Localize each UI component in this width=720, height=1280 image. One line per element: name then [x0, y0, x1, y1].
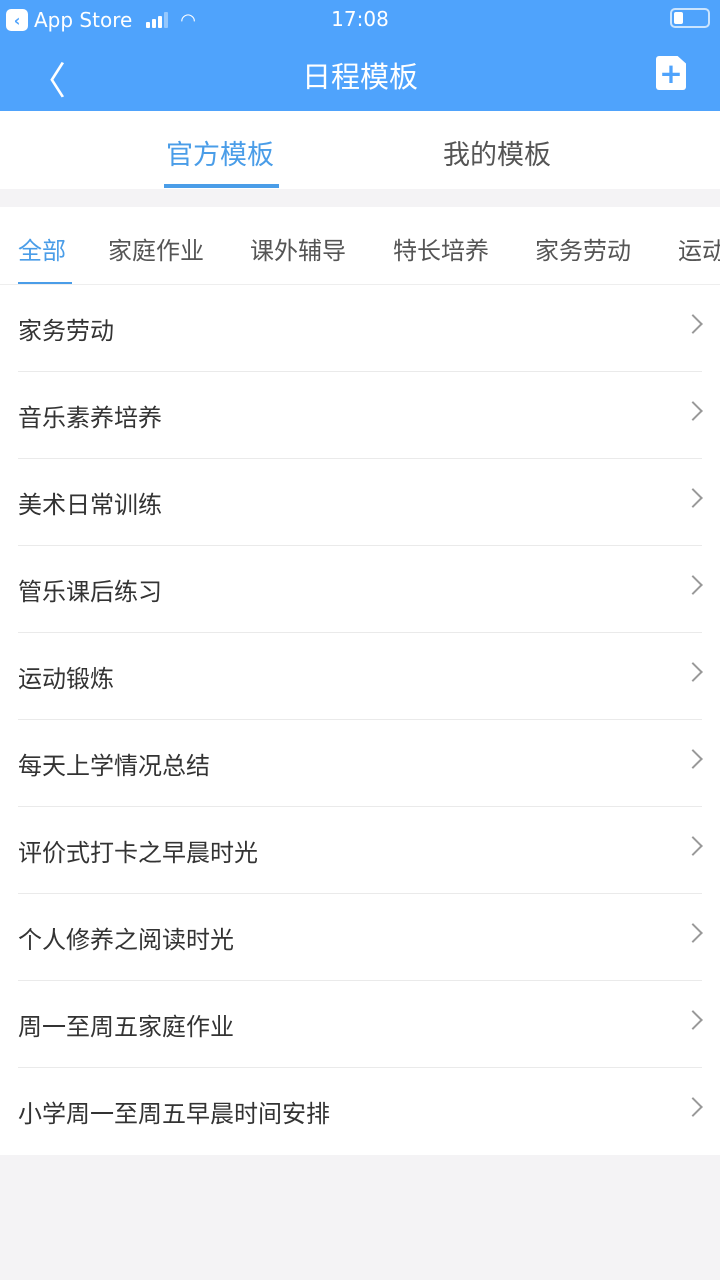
list-item[interactable]: 评价式打卡之早晨时光 [0, 807, 720, 894]
list-item[interactable]: 周一至周五家庭作业 [0, 981, 720, 1068]
template-tabs: 官方模板 我的模板 [0, 111, 720, 189]
tab-mine[interactable]: 我的模板 [443, 133, 551, 172]
add-template-button[interactable]: + [656, 56, 686, 90]
page-title: 日程模板 [301, 60, 418, 94]
item-label: 评价式打卡之早晨时光 [18, 839, 258, 867]
chevron-right-icon [683, 1097, 703, 1117]
chevron-right-icon [683, 662, 703, 682]
list-item[interactable]: 家务劳动 [0, 285, 720, 372]
item-label: 家务劳动 [18, 317, 114, 345]
item-label: 周一至周五家庭作业 [18, 1013, 234, 1041]
chevron-right-icon [683, 836, 703, 856]
nav-bar: 〈 日程模板 + [0, 36, 720, 111]
item-label: 个人修养之阅读时光 [18, 926, 234, 954]
list-item[interactable]: 音乐素养培养 [0, 372, 720, 459]
category-tutoring[interactable]: 课外辅导 [250, 231, 346, 266]
tab-official[interactable]: 官方模板 [166, 133, 274, 172]
chevron-right-icon [683, 575, 703, 595]
category-all[interactable]: 全部 [18, 231, 66, 266]
battery-icon [670, 8, 710, 28]
category-homework[interactable]: 家庭作业 [108, 231, 204, 266]
item-label: 每天上学情况总结 [18, 752, 210, 780]
template-list: 家务劳动 音乐素养培养 美术日常训练 管乐课后练习 运动锻炼 每天上学情况总结 … [0, 285, 720, 1155]
chevron-right-icon [683, 314, 703, 334]
chevron-right-icon [683, 401, 703, 421]
chevron-right-icon [683, 1010, 703, 1030]
category-sports[interactable]: 运动 [678, 231, 720, 266]
item-label: 音乐素养培养 [18, 404, 162, 432]
item-label: 美术日常训练 [18, 491, 162, 519]
file-add-icon: + [659, 57, 683, 90]
status-bar: ‹ App Store ◠ 17:08 [0, 0, 720, 36]
clock: 17:08 [331, 7, 389, 31]
chevron-right-icon [683, 749, 703, 769]
list-item[interactable]: 个人修养之阅读时光 [0, 894, 720, 981]
category-talent[interactable]: 特长培养 [393, 231, 489, 266]
category-chores[interactable]: 家务劳动 [535, 231, 631, 266]
item-label: 小学周一至周五早晨时间安排 [18, 1100, 330, 1128]
top-bar: ‹ App Store ◠ 17:08 〈 日程模板 + [0, 0, 720, 111]
list-item[interactable]: 每天上学情况总结 [0, 720, 720, 807]
list-item[interactable]: 运动锻炼 [0, 633, 720, 720]
list-item[interactable]: 管乐课后练习 [0, 546, 720, 633]
item-label: 运动锻炼 [18, 665, 114, 693]
item-label: 管乐课后练习 [18, 578, 162, 606]
category-tabs[interactable]: 全部 家庭作业 课外辅导 特长培养 家务劳动 运动 [0, 207, 720, 285]
chevron-right-icon [683, 923, 703, 943]
list-item[interactable]: 美术日常训练 [0, 459, 720, 546]
tab-indicator [164, 184, 279, 188]
chevron-right-icon [683, 488, 703, 508]
list-item[interactable]: 小学周一至周五早晨时间安排 [0, 1068, 720, 1155]
